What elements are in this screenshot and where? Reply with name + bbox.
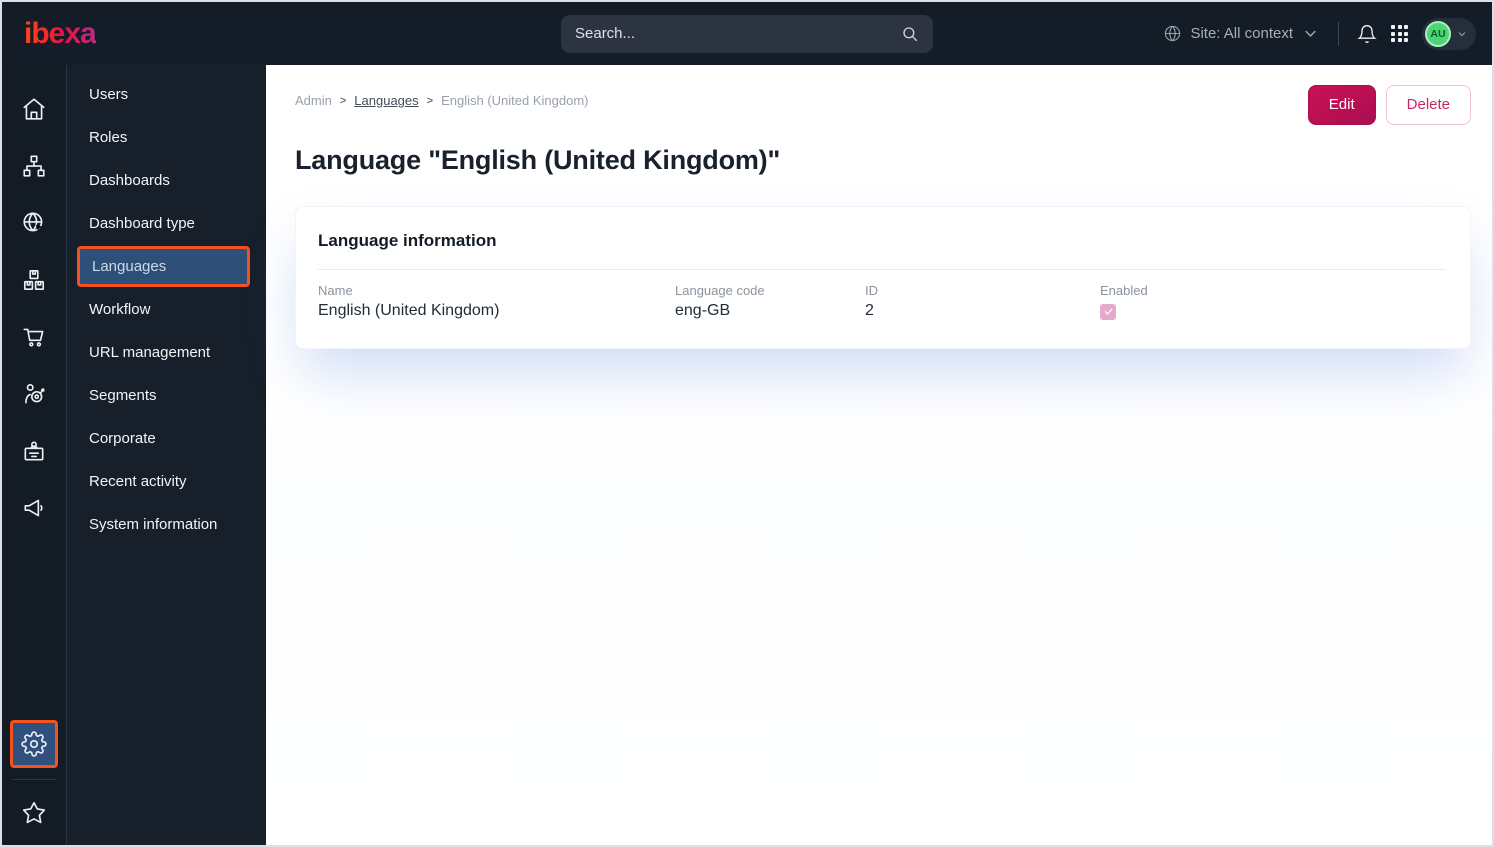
rail-item-dashboard[interactable] xyxy=(6,80,63,137)
corporate-badge-icon xyxy=(24,441,44,460)
icon-rail xyxy=(2,65,67,845)
field-id: ID 2 xyxy=(865,283,1100,320)
ibexa-logo[interactable]: ibexa xyxy=(24,18,97,49)
gear-icon xyxy=(21,731,47,757)
breadcrumb-separator: > xyxy=(339,94,347,107)
main-header: Admin > Languages > English (United King… xyxy=(266,65,1492,125)
search-input[interactable] xyxy=(575,25,901,42)
field-enabled: Enabled xyxy=(1100,283,1446,320)
field-name: Name English (United Kingdom) xyxy=(318,283,675,320)
edit-button[interactable]: Edit xyxy=(1307,85,1376,125)
personalization-icon xyxy=(25,383,45,403)
check-icon xyxy=(1104,308,1112,315)
rail-item-site[interactable] xyxy=(6,194,63,251)
field-value: 2 xyxy=(865,301,874,319)
field-label: Language code xyxy=(675,282,765,298)
rail-item-personalization[interactable] xyxy=(6,365,63,422)
cart-icon xyxy=(23,328,44,347)
field-value: eng-GB xyxy=(675,301,731,319)
sidebar-item-recent-activity[interactable]: Recent activity xyxy=(67,460,266,503)
field-label: Enabled xyxy=(1100,282,1148,298)
sidebar-item-languages[interactable]: Languages xyxy=(77,246,250,287)
card-title: Language information xyxy=(318,230,497,250)
breadcrumb-current: English (United Kingdom) xyxy=(441,93,589,108)
star-icon xyxy=(22,801,46,824)
global-search[interactable] xyxy=(561,14,933,53)
delete-button[interactable]: Delete xyxy=(1385,85,1471,125)
search-icon xyxy=(903,26,918,41)
sidebar-item-segments[interactable]: Segments xyxy=(67,374,266,417)
rail-item-bookmarks[interactable] xyxy=(6,791,63,835)
rail-item-marketing[interactable] xyxy=(6,479,63,536)
product-boxes-icon xyxy=(23,269,45,290)
rail-item-product-catalog[interactable] xyxy=(6,251,63,308)
site-context-selector[interactable]: Site: All context xyxy=(1163,24,1320,43)
topbar-divider xyxy=(1338,21,1339,46)
avatar: AU xyxy=(1425,20,1451,47)
sidebar-item-roles[interactable]: Roles xyxy=(67,116,266,159)
rail-item-commerce[interactable] xyxy=(6,308,63,365)
field-value: English (United Kingdom) xyxy=(318,301,500,319)
app-window: ibexa Site: All context A xyxy=(0,0,1494,847)
sidebar-item-url-management[interactable]: URL management xyxy=(67,331,266,374)
rail-bottom xyxy=(6,720,63,845)
megaphone-icon xyxy=(24,499,43,516)
sidebar-item-workflow[interactable]: Workflow xyxy=(67,288,266,331)
admin-sidebar: Users Roles Dashboards Dashboard type La… xyxy=(67,65,266,845)
field-language-code: Language code eng-GB xyxy=(675,283,865,320)
language-fields: Name English (United Kingdom) Language c… xyxy=(318,283,1446,320)
app-body: Users Roles Dashboards Dashboard type La… xyxy=(2,65,1492,845)
sidebar-item-corporate[interactable]: Corporate xyxy=(67,417,266,460)
main-content: Admin > Languages > English (United King… xyxy=(266,65,1492,845)
breadcrumb-separator: > xyxy=(426,94,434,107)
sidebar-item-users[interactable]: Users xyxy=(67,73,266,116)
globe-icon xyxy=(1165,25,1181,42)
enabled-checkbox xyxy=(1100,303,1116,320)
breadcrumb-languages-link[interactable]: Languages xyxy=(354,93,418,108)
app-grid-icon[interactable] xyxy=(1391,25,1408,42)
field-label: ID xyxy=(865,282,878,298)
rail-item-corporate[interactable] xyxy=(6,422,63,479)
sidebar-item-system-information[interactable]: System information xyxy=(67,503,266,546)
topbar: ibexa Site: All context A xyxy=(2,2,1492,65)
chevron-down-icon xyxy=(1305,30,1316,37)
breadcrumb: Admin > Languages > English (United King… xyxy=(295,93,588,108)
user-menu[interactable]: AU xyxy=(1422,17,1476,50)
globe-cursor-icon xyxy=(23,211,43,231)
sidebar-item-dashboards[interactable]: Dashboards xyxy=(67,159,266,202)
language-information-card: Language information Name English (Unite… xyxy=(295,205,1471,349)
sitemap-icon xyxy=(23,154,45,177)
home-icon xyxy=(23,97,45,120)
field-label: Name xyxy=(318,282,353,298)
bell-icon[interactable] xyxy=(1357,24,1377,44)
page-title: Language "English (United Kingdom)" xyxy=(295,144,781,175)
rail-item-content[interactable] xyxy=(6,137,63,194)
rail-item-admin-active[interactable] xyxy=(10,720,58,768)
topbar-right-cluster: Site: All context AU xyxy=(1163,17,1492,50)
rail-divider xyxy=(12,779,56,780)
site-context-label: Site: All context xyxy=(1190,25,1293,42)
chevron-down-icon xyxy=(1458,31,1466,36)
page-actions: Edit Delete xyxy=(1307,85,1471,125)
card-divider xyxy=(318,268,1446,270)
sidebar-item-dashboard-type[interactable]: Dashboard type xyxy=(67,202,266,245)
breadcrumb-admin: Admin xyxy=(295,93,332,108)
